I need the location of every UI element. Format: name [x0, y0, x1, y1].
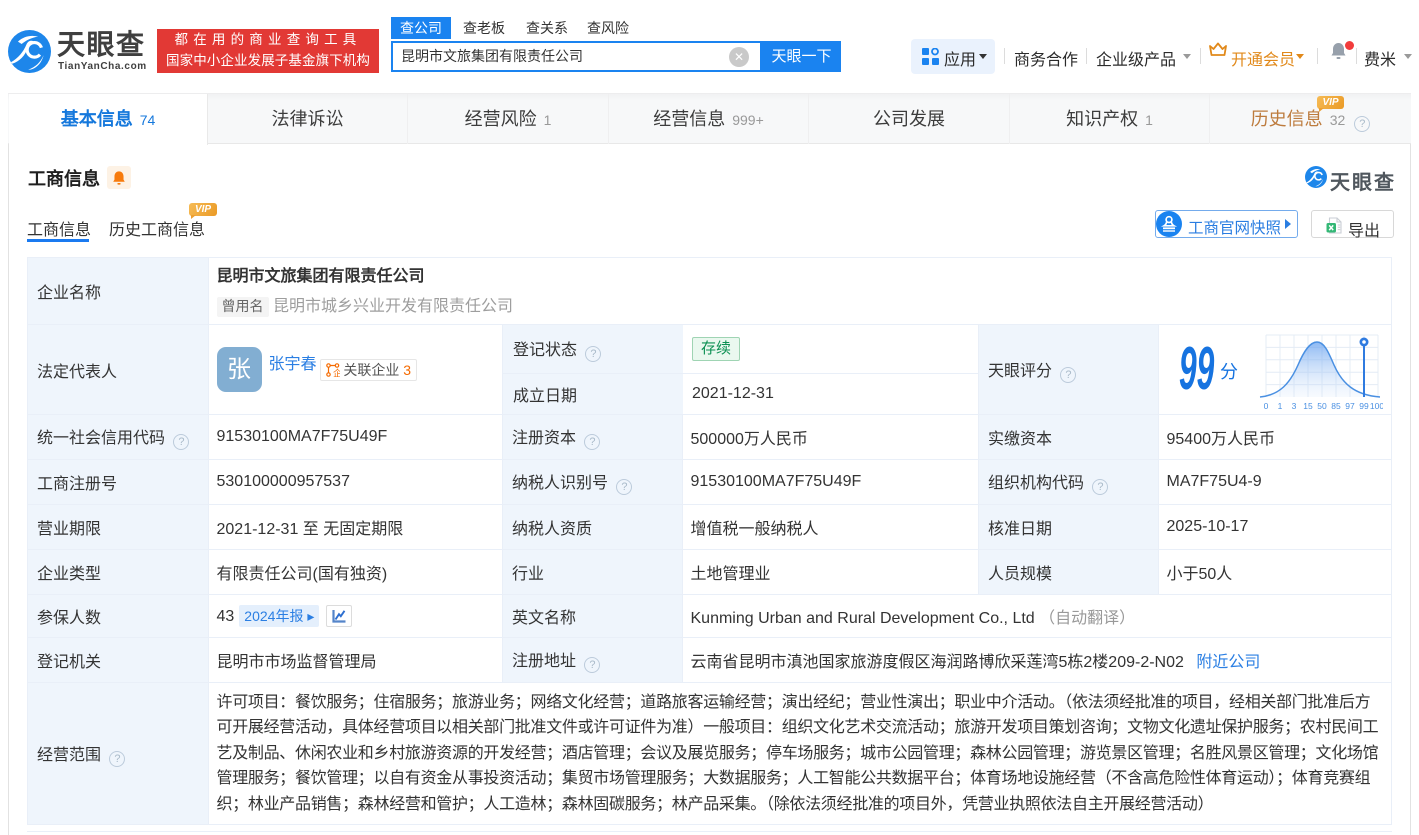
svg-text:97: 97 — [1345, 401, 1355, 411]
svg-text:100: 100 — [1370, 401, 1383, 411]
svg-text:企: 企 — [333, 367, 340, 377]
svg-text:1: 1 — [1278, 401, 1283, 411]
svg-text:0: 0 — [1264, 401, 1269, 411]
svg-text:3: 3 — [1292, 401, 1297, 411]
svg-text:15: 15 — [1303, 401, 1313, 411]
svg-text:99: 99 — [1359, 401, 1369, 411]
svg-text:50: 50 — [1317, 401, 1327, 411]
svg-text:85: 85 — [1331, 401, 1341, 411]
